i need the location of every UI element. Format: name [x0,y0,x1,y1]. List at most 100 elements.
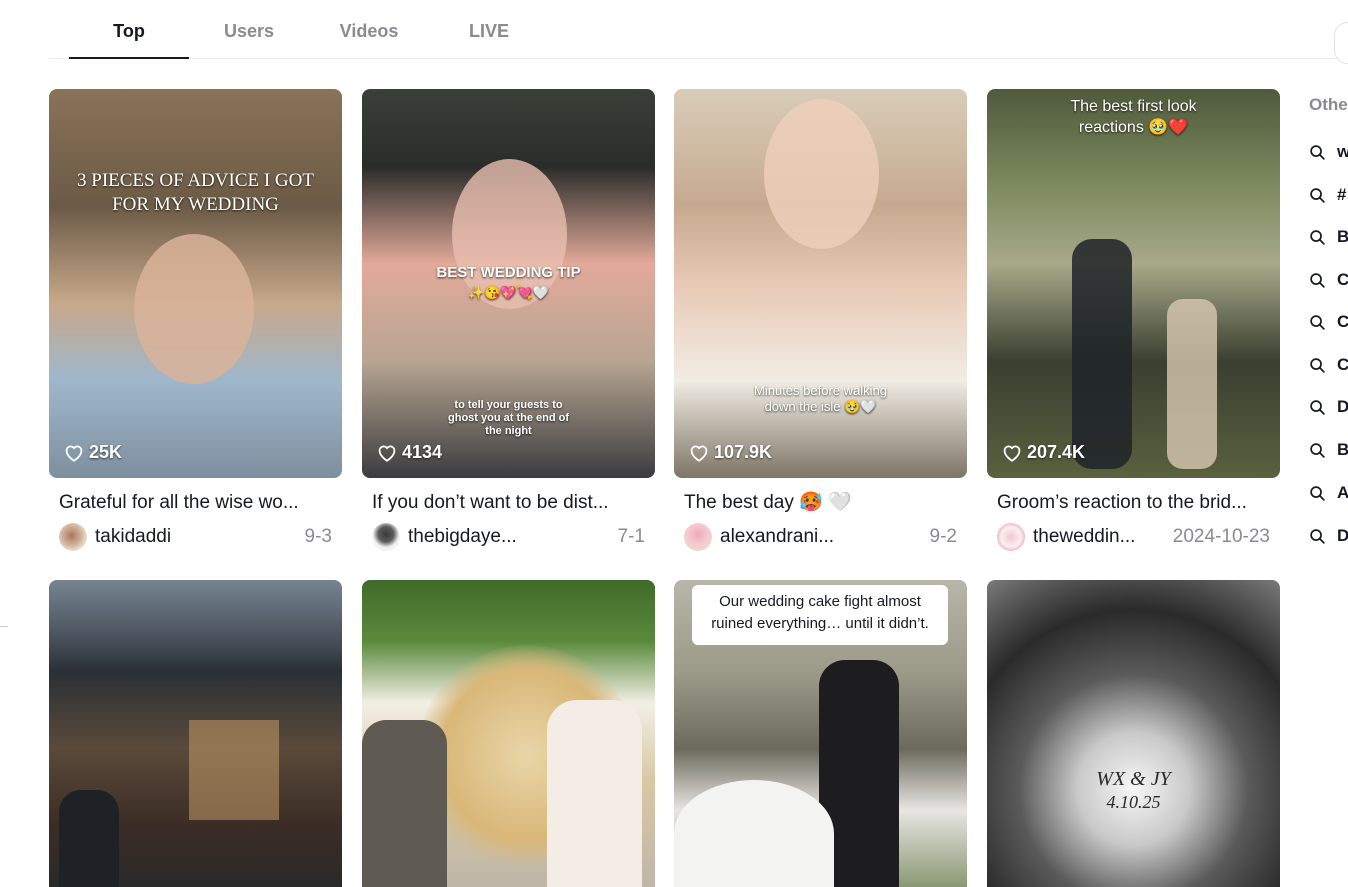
avatar[interactable] [997,523,1025,551]
search-icon [1310,399,1325,415]
related-search-label: B [1337,440,1348,459]
username[interactable]: takidaddi [95,526,297,548]
tab-label: Users [223,21,275,41]
scroll-button[interactable] [1334,22,1348,64]
overlay-subtitle: 4.10.25 [1106,792,1161,812]
overlay-caption: to tell your guests to ghost you at the … [448,399,569,437]
video-thumbnail[interactable]: Minutes before walking down the isle 🥹🤍 … [674,89,967,478]
post-date: 9-3 [304,526,332,547]
video-thumbnail[interactable]: Our wedding cake fight almost ruined eve… [674,580,967,887]
avatar[interactable] [372,523,400,551]
related-search-item[interactable]: # [1309,182,1348,208]
related-search-label: D [1337,526,1348,545]
video-card[interactable]: 3 PIECES OF ADVICE I GOT FOR MY WEDDING … [49,89,342,552]
username[interactable]: theweddin... [1033,526,1165,548]
tab-videos[interactable]: Videos [309,0,429,58]
username[interactable]: alexandrani... [720,526,922,548]
avatar[interactable] [59,523,87,551]
person-shape [362,720,447,887]
related-search-item[interactable]: C [1309,352,1348,378]
related-search-label: C [1337,312,1348,331]
search-icon [1310,314,1325,330]
like-count: 207.4K [1002,442,1085,463]
related-search-label: C [1337,355,1348,374]
cake-table [674,780,834,887]
related-search-label: # [1337,185,1347,204]
person-shape [1167,299,1217,469]
overlay-emoji: ✨😘💖💘🤍 [468,285,549,300]
related-search-item[interactable]: B [1309,437,1348,463]
glass-roof [49,580,342,670]
overlay-title: Our wedding cake fight almost ruined eve… [692,585,948,645]
related-search-label: w [1337,142,1348,161]
overlay-title: 3 PIECES OF ADVICE I GOT FOR MY WEDDING [77,170,314,215]
heart-icon [1003,445,1021,462]
tab-label: Videos [339,21,399,41]
search-icon [1310,528,1325,544]
overlay-title: BEST WEDDING TIP [436,264,581,281]
like-count-value: 207.4K [1027,442,1086,462]
related-search-item[interactable]: B [1309,224,1348,250]
like-count: 107.9K [689,442,772,463]
tab-users[interactable]: Users [189,0,309,58]
related-search-item[interactable]: D [1309,523,1348,549]
video-card[interactable]: Minutes before walking down the isle 🥹🤍 … [674,89,967,552]
person-shape [59,790,119,887]
video-card[interactable]: Our wedding cake fight almost ruined eve… [674,580,967,887]
related-search-item[interactable]: w [1309,139,1348,165]
related-search-item[interactable]: C [1309,309,1348,335]
video-thumbnail[interactable] [362,580,655,887]
video-meta: alexandrani... 9-2 [674,522,967,552]
video-card[interactable] [362,580,655,887]
search-icon [1310,144,1325,160]
related-search-item[interactable]: D [1309,394,1348,420]
video-card[interactable]: BEST WEDDING TIP ✨😘💖💘🤍 to tell your gues… [362,89,655,552]
video-card[interactable]: WX & JY 4.10.25 [987,580,1280,887]
video-thumbnail[interactable]: The best first look reactions 🥹❤️ 207.4K [987,89,1280,478]
search-icon [1310,187,1325,203]
heart-icon [65,445,83,462]
search-tabs: Top Users Videos LIVE [49,0,1348,64]
related-search-item[interactable]: C [1309,267,1348,293]
post-date: 9-2 [929,526,957,547]
person-shape [764,99,879,249]
search-icon [1310,272,1325,288]
post-date: 2024-10-23 [1172,526,1270,547]
person-shape [1072,239,1132,469]
tab-top[interactable]: Top [69,0,189,59]
tab-label: Top [113,21,145,41]
search-icon [1310,357,1325,373]
like-count-value: 107.9K [714,442,773,462]
person-shape [547,700,642,887]
related-search-label: B [1337,227,1348,246]
related-search-label: A [1337,483,1348,502]
overlay-title: The best first look reactions 🥹❤️ [1070,98,1197,136]
related-search-label: C [1337,270,1348,289]
overlay-caption: Minutes before walking down the isle 🥹🤍 [754,383,887,414]
search-icon [1310,442,1325,458]
video-thumbnail[interactable] [49,580,342,887]
video-card[interactable] [49,580,342,887]
video-thumbnail[interactable]: WX & JY 4.10.25 [987,580,1280,887]
video-meta: theweddin... 2024-10-23 [987,522,1280,552]
video-card[interactable]: The best first look reactions 🥹❤️ 207.4K… [987,89,1280,552]
video-description[interactable]: Grateful for all the wise wo... [49,490,342,516]
heart-icon [690,445,708,462]
username[interactable]: thebigdaye... [408,526,610,548]
avatar[interactable] [684,523,712,551]
video-thumbnail[interactable]: BEST WEDDING TIP ✨😘💖💘🤍 to tell your gues… [362,89,655,478]
tab-live[interactable]: LIVE [429,0,549,58]
doorway-light [189,720,279,820]
related-search-item[interactable]: A [1309,480,1348,506]
video-description[interactable]: If you don’t want to be dist... [362,490,655,516]
search-icon [1310,485,1325,501]
post-date: 7-1 [617,526,645,547]
video-description[interactable]: The best day 🥵 🤍 [674,490,967,516]
like-count: 4134 [377,442,442,463]
video-description[interactable]: Groom’s reaction to the brid... [987,490,1280,516]
search-icon [1310,229,1325,245]
like-count-value: 4134 [402,442,443,462]
video-thumbnail[interactable]: 3 PIECES OF ADVICE I GOT FOR MY WEDDING … [49,89,342,478]
video-meta: takidaddi 9-3 [49,522,342,552]
edge-divider [0,626,8,627]
